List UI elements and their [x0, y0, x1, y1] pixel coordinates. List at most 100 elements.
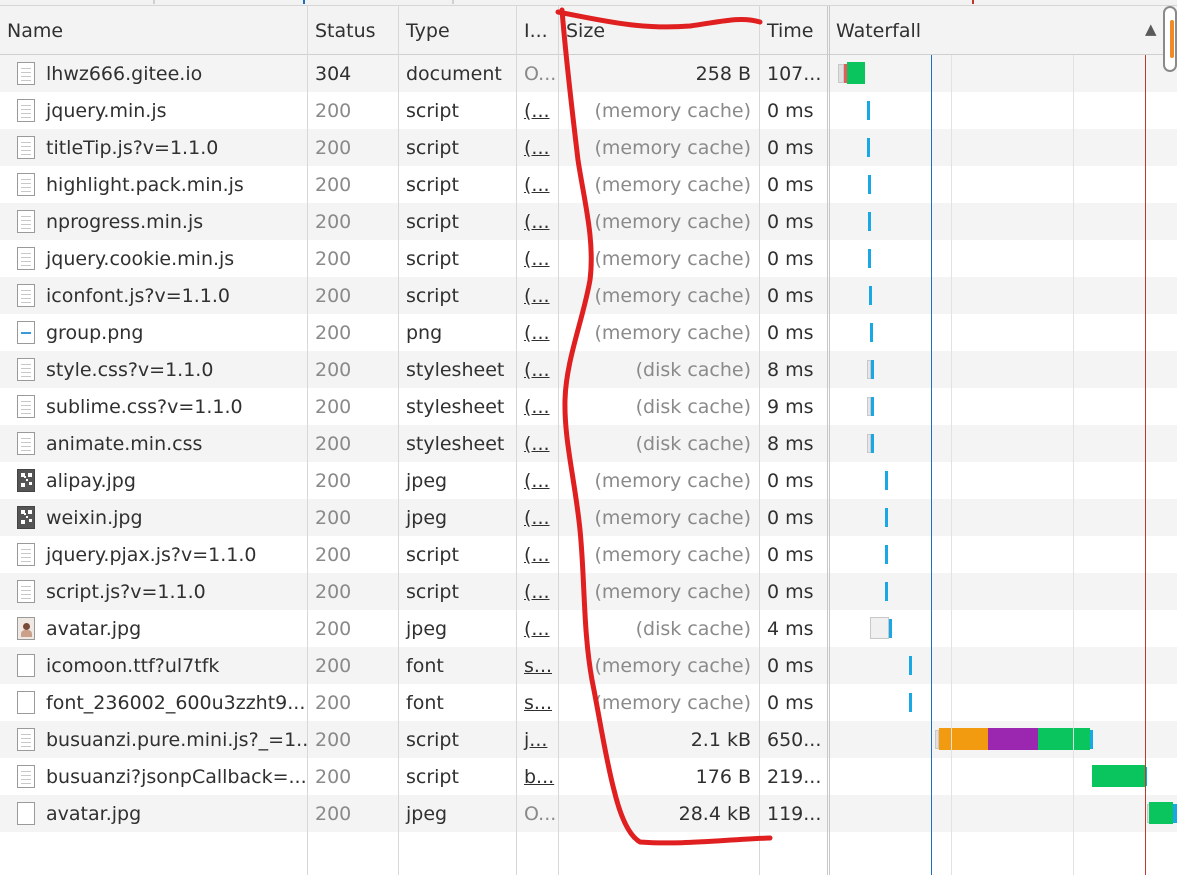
column-divider: [558, 6, 559, 875]
scrollbar-thumb[interactable]: [1163, 6, 1177, 72]
table-row[interactable]: animate.min.css 200 stylesheet (... (disk ca…: [0, 425, 1177, 462]
request-initiator[interactable]: (...: [517, 314, 558, 351]
table-row[interactable]: style.css?v=1.1.0 200 stylesheet (... (disk …: [0, 351, 1177, 388]
column-header-waterfall[interactable]: Waterfall: [829, 6, 1139, 54]
request-initiator[interactable]: (...: [517, 610, 558, 647]
table-row[interactable]: jquery.pjax.js?v=1.1.0 200 script (... (memo…: [0, 536, 1177, 573]
load-event-line: [1145, 55, 1146, 875]
request-name: titleTip.js?v=1.1.0: [46, 137, 219, 159]
request-initiator[interactable]: (...: [517, 388, 558, 425]
request-initiator[interactable]: (...: [517, 499, 558, 536]
request-type: script: [406, 137, 459, 159]
table-header: Name Status Type I... Size Time Waterfal…: [0, 6, 1177, 55]
request-initiator[interactable]: (...: [517, 425, 558, 462]
column-header-initiator[interactable]: I...: [517, 6, 558, 54]
table-row[interactable]: avatar.jpg 200 jpeg O... 28.4 kB 119...: [0, 795, 1177, 832]
table-row[interactable]: busuanzi?jsonpCallback=... 200 script b... 1…: [0, 758, 1177, 795]
request-time: 0 ms: [767, 174, 814, 196]
table-row[interactable]: group.png 200 png (... (memory cache) 0 ms: [0, 314, 1177, 351]
request-status: 200: [315, 581, 352, 603]
request-name: font_236002_600u3zzht9...: [46, 692, 306, 714]
waterfall-bar-segment: [871, 434, 874, 453]
request-size: (memory cache): [594, 211, 751, 233]
table-row[interactable]: alipay.jpg 200 jpeg (... (memory cache) 0 ms: [0, 462, 1177, 499]
request-name: icomoon.ttf?ul7tfk: [46, 655, 220, 677]
request-initiator[interactable]: s...: [517, 647, 558, 684]
column-header-size[interactable]: Size: [559, 6, 759, 54]
table-row[interactable]: nprogress.min.js 200 script (... (memory cac…: [0, 203, 1177, 240]
waterfall-bar-segment: [988, 728, 1038, 750]
table-row[interactable]: iconfont.js?v=1.1.0 200 script (... (memory …: [0, 277, 1177, 314]
request-initiator[interactable]: b...: [517, 758, 558, 795]
request-initiator[interactable]: (...: [517, 92, 558, 129]
request-name: style.css?v=1.1.0: [46, 359, 214, 381]
request-time: 0 ms: [767, 692, 814, 714]
waterfall-bar-segment: [885, 508, 888, 527]
column-header-type[interactable]: Type: [399, 6, 516, 54]
waterfall-bar-segment: [1038, 728, 1090, 750]
request-type: jpeg: [406, 618, 448, 640]
request-time: 107...: [767, 63, 822, 85]
waterfall-bar-segment: [871, 360, 874, 379]
timeline-tick: [972, 0, 974, 4]
table-row[interactable]: script.js?v=1.1.0 200 script (... (memory ca…: [0, 573, 1177, 610]
request-initiator[interactable]: O...: [517, 55, 558, 92]
request-time: 0 ms: [767, 655, 814, 677]
request-initiator[interactable]: s...: [517, 684, 558, 721]
request-status: 200: [315, 470, 352, 492]
request-status: 200: [315, 248, 352, 270]
table-row[interactable]: font_236002_600u3zzht9... 200 font s... (mem…: [0, 684, 1177, 721]
column-header-name[interactable]: Name: [0, 6, 307, 54]
table-row[interactable]: titleTip.js?v=1.1.0 200 script (... (memory …: [0, 129, 1177, 166]
table-row[interactable]: avatar.jpg 200 jpeg (... (disk cache) 4 ms: [0, 610, 1177, 647]
table-row[interactable]: busuanzi.pure.mini.js?_=1... 200 script j..…: [0, 721, 1177, 758]
request-status: 200: [315, 285, 352, 307]
sort-ascending-icon[interactable]: ▲: [1145, 20, 1157, 38]
request-initiator[interactable]: (...: [517, 129, 558, 166]
request-status: 200: [315, 396, 352, 418]
request-status: 200: [315, 655, 352, 677]
request-type: stylesheet: [406, 396, 505, 418]
table-row[interactable]: jquery.cookie.min.js 200 script (... (memory…: [0, 240, 1177, 277]
request-initiator[interactable]: (...: [517, 573, 558, 610]
request-time: 0 ms: [767, 507, 814, 529]
request-time: 0 ms: [767, 211, 814, 233]
timeline-tick: [153, 0, 155, 4]
request-initiator[interactable]: O...: [517, 795, 558, 832]
table-row[interactable]: weixin.jpg 200 jpeg (... (memory cache) 0 ms: [0, 499, 1177, 536]
column-divider: [516, 6, 517, 875]
request-time: 219...: [767, 766, 822, 788]
column-header-time[interactable]: Time: [760, 6, 827, 54]
request-name: highlight.pack.min.js: [46, 174, 244, 196]
request-size: (memory cache): [594, 248, 751, 270]
request-status: 200: [315, 137, 352, 159]
request-time: 0 ms: [767, 470, 814, 492]
request-initiator[interactable]: (...: [517, 536, 558, 573]
request-type: png: [406, 322, 443, 344]
table-row[interactable]: lhwz666.gitee.io 304 document O... 258 B 107.…: [0, 55, 1177, 92]
table-row[interactable]: highlight.pack.min.js 200 script (... (memor…: [0, 166, 1177, 203]
table-row[interactable]: icomoon.ttf?ul7tfk 200 font s... (memory cac…: [0, 647, 1177, 684]
request-initiator[interactable]: (...: [517, 462, 558, 499]
request-size: (memory cache): [594, 581, 751, 603]
request-status: 304: [315, 63, 352, 85]
waterfall-bar-segment: [1173, 804, 1177, 823]
request-type: stylesheet: [406, 359, 505, 381]
request-time: 650...: [767, 729, 822, 751]
request-initiator[interactable]: (...: [517, 166, 558, 203]
request-type: jpeg: [406, 803, 448, 825]
request-name: jquery.cookie.min.js: [46, 248, 235, 270]
table-row[interactable]: jquery.min.js 200 script (... (memory cache)…: [0, 92, 1177, 129]
request-initiator[interactable]: (...: [517, 203, 558, 240]
request-size: (disk cache): [635, 359, 751, 381]
request-initiator[interactable]: (...: [517, 351, 558, 388]
request-time: 9 ms: [767, 396, 814, 418]
request-initiator[interactable]: j...: [517, 721, 558, 758]
request-initiator[interactable]: (...: [517, 277, 558, 314]
request-size: 2.1 kB: [690, 729, 751, 751]
request-name: script.js?v=1.1.0: [46, 581, 206, 603]
request-size: (memory cache): [594, 322, 751, 344]
request-initiator[interactable]: (...: [517, 240, 558, 277]
column-header-status[interactable]: Status: [308, 6, 398, 54]
table-row[interactable]: sublime.css?v=1.1.0 200 stylesheet (... (dis…: [0, 388, 1177, 425]
